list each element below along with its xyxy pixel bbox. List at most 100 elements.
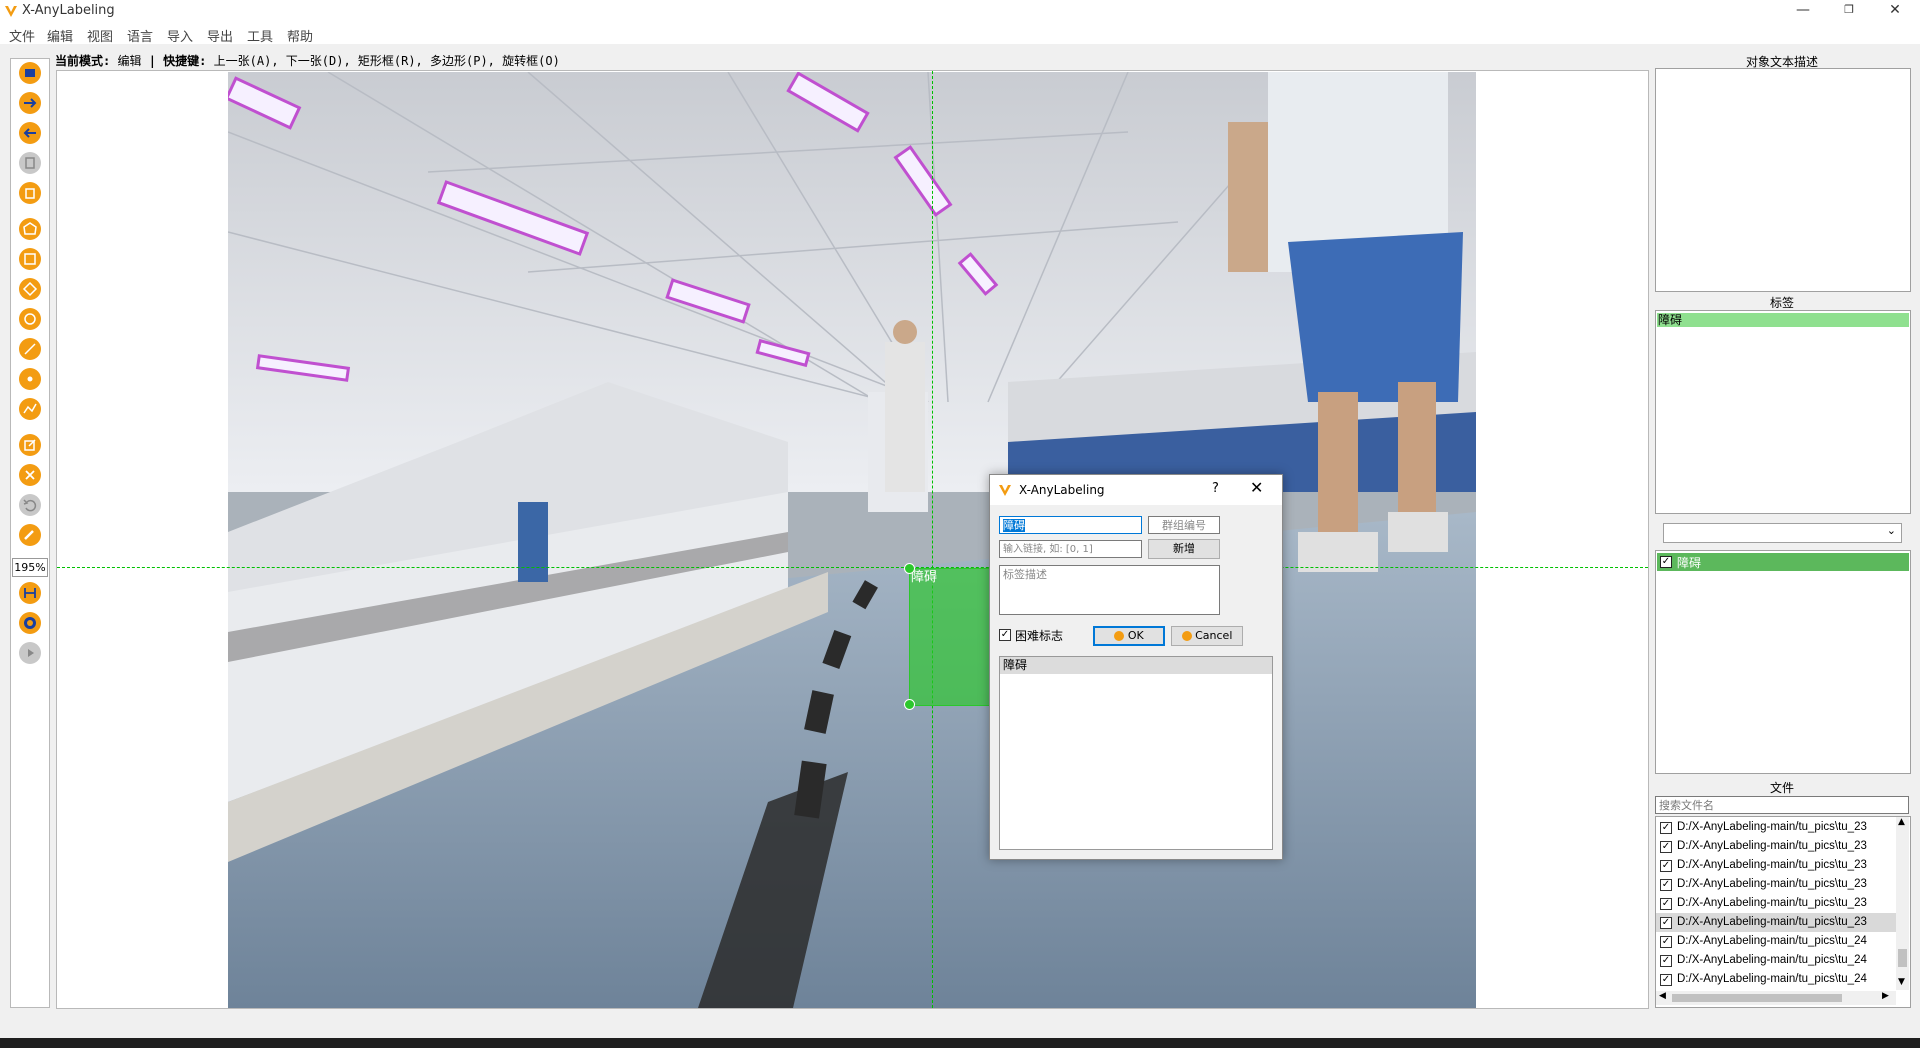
next-image-icon[interactable] [17,90,43,116]
list-item-selected[interactable]: ✓ D:/X-AnyLabeling-main/tu_pics\tu_23 [1656,913,1896,932]
list-item[interactable]: ✓ D:/X-AnyLabeling-main/tu_pics\tu_23 [1656,818,1896,837]
menu-bar: 文件 编辑 视图 语言 导入 导出 工具 帮助 [0,22,1920,45]
cancel-button-label: Cancel [1195,629,1233,642]
difficult-checkbox[interactable]: ✓ [999,629,1011,641]
list-item[interactable]: ✓ D:/X-AnyLabeling-main/tu_pics\tu_24 [1656,970,1896,989]
ok-button[interactable]: OK [1093,626,1165,646]
crosshair-horizontal [57,567,1648,568]
dialog-close-button[interactable]: ✕ [1250,478,1263,497]
horizontal-scrollbar[interactable]: ◀ ▶ [1656,991,1896,1005]
file-checkbox[interactable]: ✓ [1660,974,1672,986]
file-checkbox[interactable]: ✓ [1660,936,1672,948]
label-dialog: X-AnyLabeling ? ✕ 障碍 群组编号 输入链接, 如: [0, 1… [989,474,1283,860]
list-item[interactable]: 障碍 [1000,657,1272,674]
vertex-handle[interactable] [904,699,915,710]
cancel-icon [1181,631,1192,641]
label-filter-dropdown[interactable]: ⌄ [1663,523,1902,543]
link-input[interactable]: 输入链接, 如: [0, 1] [999,540,1142,558]
file-checkbox[interactable]: ✓ [1660,841,1672,853]
shape-list[interactable]: ✓ 障碍 [1655,550,1911,774]
zoom-level[interactable]: 195% [12,558,48,577]
mode-bar: 当前模式: 编辑 | 快捷键: 上一张(A), 下一张(D), 矩形框(R), … [55,54,560,68]
menu-export[interactable]: 导出 [207,26,233,45]
tool-bar: 195% [10,58,50,1008]
labels-panel-title: 标签 [1769,296,1794,310]
file-checkbox[interactable]: ✓ [1660,879,1672,891]
file-search-input[interactable]: 搜索文件名 [1655,796,1909,814]
scroll-right-icon[interactable]: ▶ [1882,991,1889,1001]
circle-icon[interactable] [17,306,43,332]
list-item[interactable]: ✓ D:/X-AnyLabeling-main/tu_pics\tu_23 [1656,856,1896,875]
mode-value: 编辑 [117,54,142,68]
list-item[interactable]: ✓ D:/X-AnyLabeling-main/tu_pics\tu_24 [1656,932,1896,951]
edit-icon[interactable] [17,432,43,458]
ai-icon[interactable] [17,610,43,636]
shortcut-label: 快捷键: [163,54,207,68]
close-button[interactable]: ✕ [1872,0,1918,22]
list-item[interactable]: ✓ 障碍 [1657,553,1909,571]
description-textbox[interactable] [1655,68,1911,292]
list-item[interactable]: ✓ D:/X-AnyLabeling-main/tu_pics\tu_23 [1656,875,1896,894]
file-checkbox[interactable]: ✓ [1660,917,1672,929]
app-logo-icon [5,6,17,17]
description-input[interactable]: 标签描述 [999,565,1220,615]
fit-width-icon[interactable] [17,580,43,606]
image-canvas[interactable]: 障碍 [56,70,1649,1009]
ok-button-label: OK [1127,629,1144,642]
file-checkbox[interactable]: ✓ [1660,860,1672,872]
list-item[interactable]: ✓ D:/X-AnyLabeling-main/tu_pics\tu_23 [1656,837,1896,856]
delete-icon[interactable] [17,180,43,206]
delete-shape-icon[interactable] [17,462,43,488]
add-button[interactable]: 新增 [1148,539,1220,559]
shape-label: 障碍 [1677,556,1702,570]
scroll-left-icon[interactable]: ◀ [1659,991,1666,1001]
minimize-button[interactable]: — [1780,0,1826,22]
menu-file[interactable]: 文件 [9,26,35,45]
app-logo-icon [999,485,1011,496]
crosshair-vertical [932,71,933,1008]
rectangle-icon[interactable] [17,246,43,272]
list-item[interactable]: 障碍 [1657,313,1909,327]
prev-image-icon[interactable] [17,120,43,146]
restore-button[interactable]: ❐ [1826,0,1872,22]
line-icon[interactable] [17,336,43,362]
polygon-icon[interactable] [17,216,43,242]
menu-tools[interactable]: 工具 [247,26,273,45]
rotation-icon[interactable] [17,276,43,302]
open-folder-icon[interactable] [17,60,43,86]
file-checkbox[interactable]: ✓ [1660,898,1672,910]
brush-icon[interactable] [17,522,43,548]
file-list[interactable]: ✓ D:/X-AnyLabeling-main/tu_pics\tu_23 ✓ D:… [1655,816,1911,1008]
group-id-input[interactable]: 群组编号 [1148,516,1220,534]
scrollbar-thumb[interactable] [1898,949,1907,967]
vertex-handle[interactable] [904,563,915,574]
linestrip-icon[interactable] [17,396,43,422]
label-history-list[interactable]: 障碍 [999,656,1273,850]
mode-label: 当前模式: [55,54,111,68]
menu-import[interactable]: 导入 [167,26,193,45]
file-checkbox[interactable]: ✓ [1660,822,1672,834]
list-item[interactable]: ✓ D:/X-AnyLabeling-main/tu_pics\tu_24 [1656,951,1896,970]
scrollbar-thumb[interactable] [1672,994,1842,1002]
menu-language[interactable]: 语言 [127,26,153,45]
point-icon[interactable] [17,366,43,392]
list-item[interactable]: ✓ D:/X-AnyLabeling-main/tu_pics\tu_23 [1656,894,1896,913]
save-icon[interactable] [17,150,43,176]
help-button[interactable]: ? [1212,481,1219,496]
cancel-button[interactable]: Cancel [1171,626,1243,646]
run-icon[interactable] [17,640,43,666]
menu-edit[interactable]: 编辑 [47,26,73,45]
scroll-up-icon[interactable]: ▲ [1898,817,1905,827]
label-input[interactable]: 障碍 [999,516,1142,534]
taskbar [0,1038,1920,1048]
file-checkbox[interactable]: ✓ [1660,955,1672,967]
menu-view[interactable]: 视图 [87,26,113,45]
menu-help[interactable]: 帮助 [287,26,313,45]
undo-icon[interactable] [17,492,43,518]
label-list[interactable]: 障碍 [1655,310,1911,514]
vertical-scrollbar[interactable]: ▲ ▼ [1896,817,1909,990]
shape-checkbox[interactable]: ✓ [1660,556,1672,568]
difficult-label: 困难标志 [1015,629,1064,643]
scroll-down-icon[interactable]: ▼ [1898,977,1905,987]
scene-illustration [228,72,1476,1008]
